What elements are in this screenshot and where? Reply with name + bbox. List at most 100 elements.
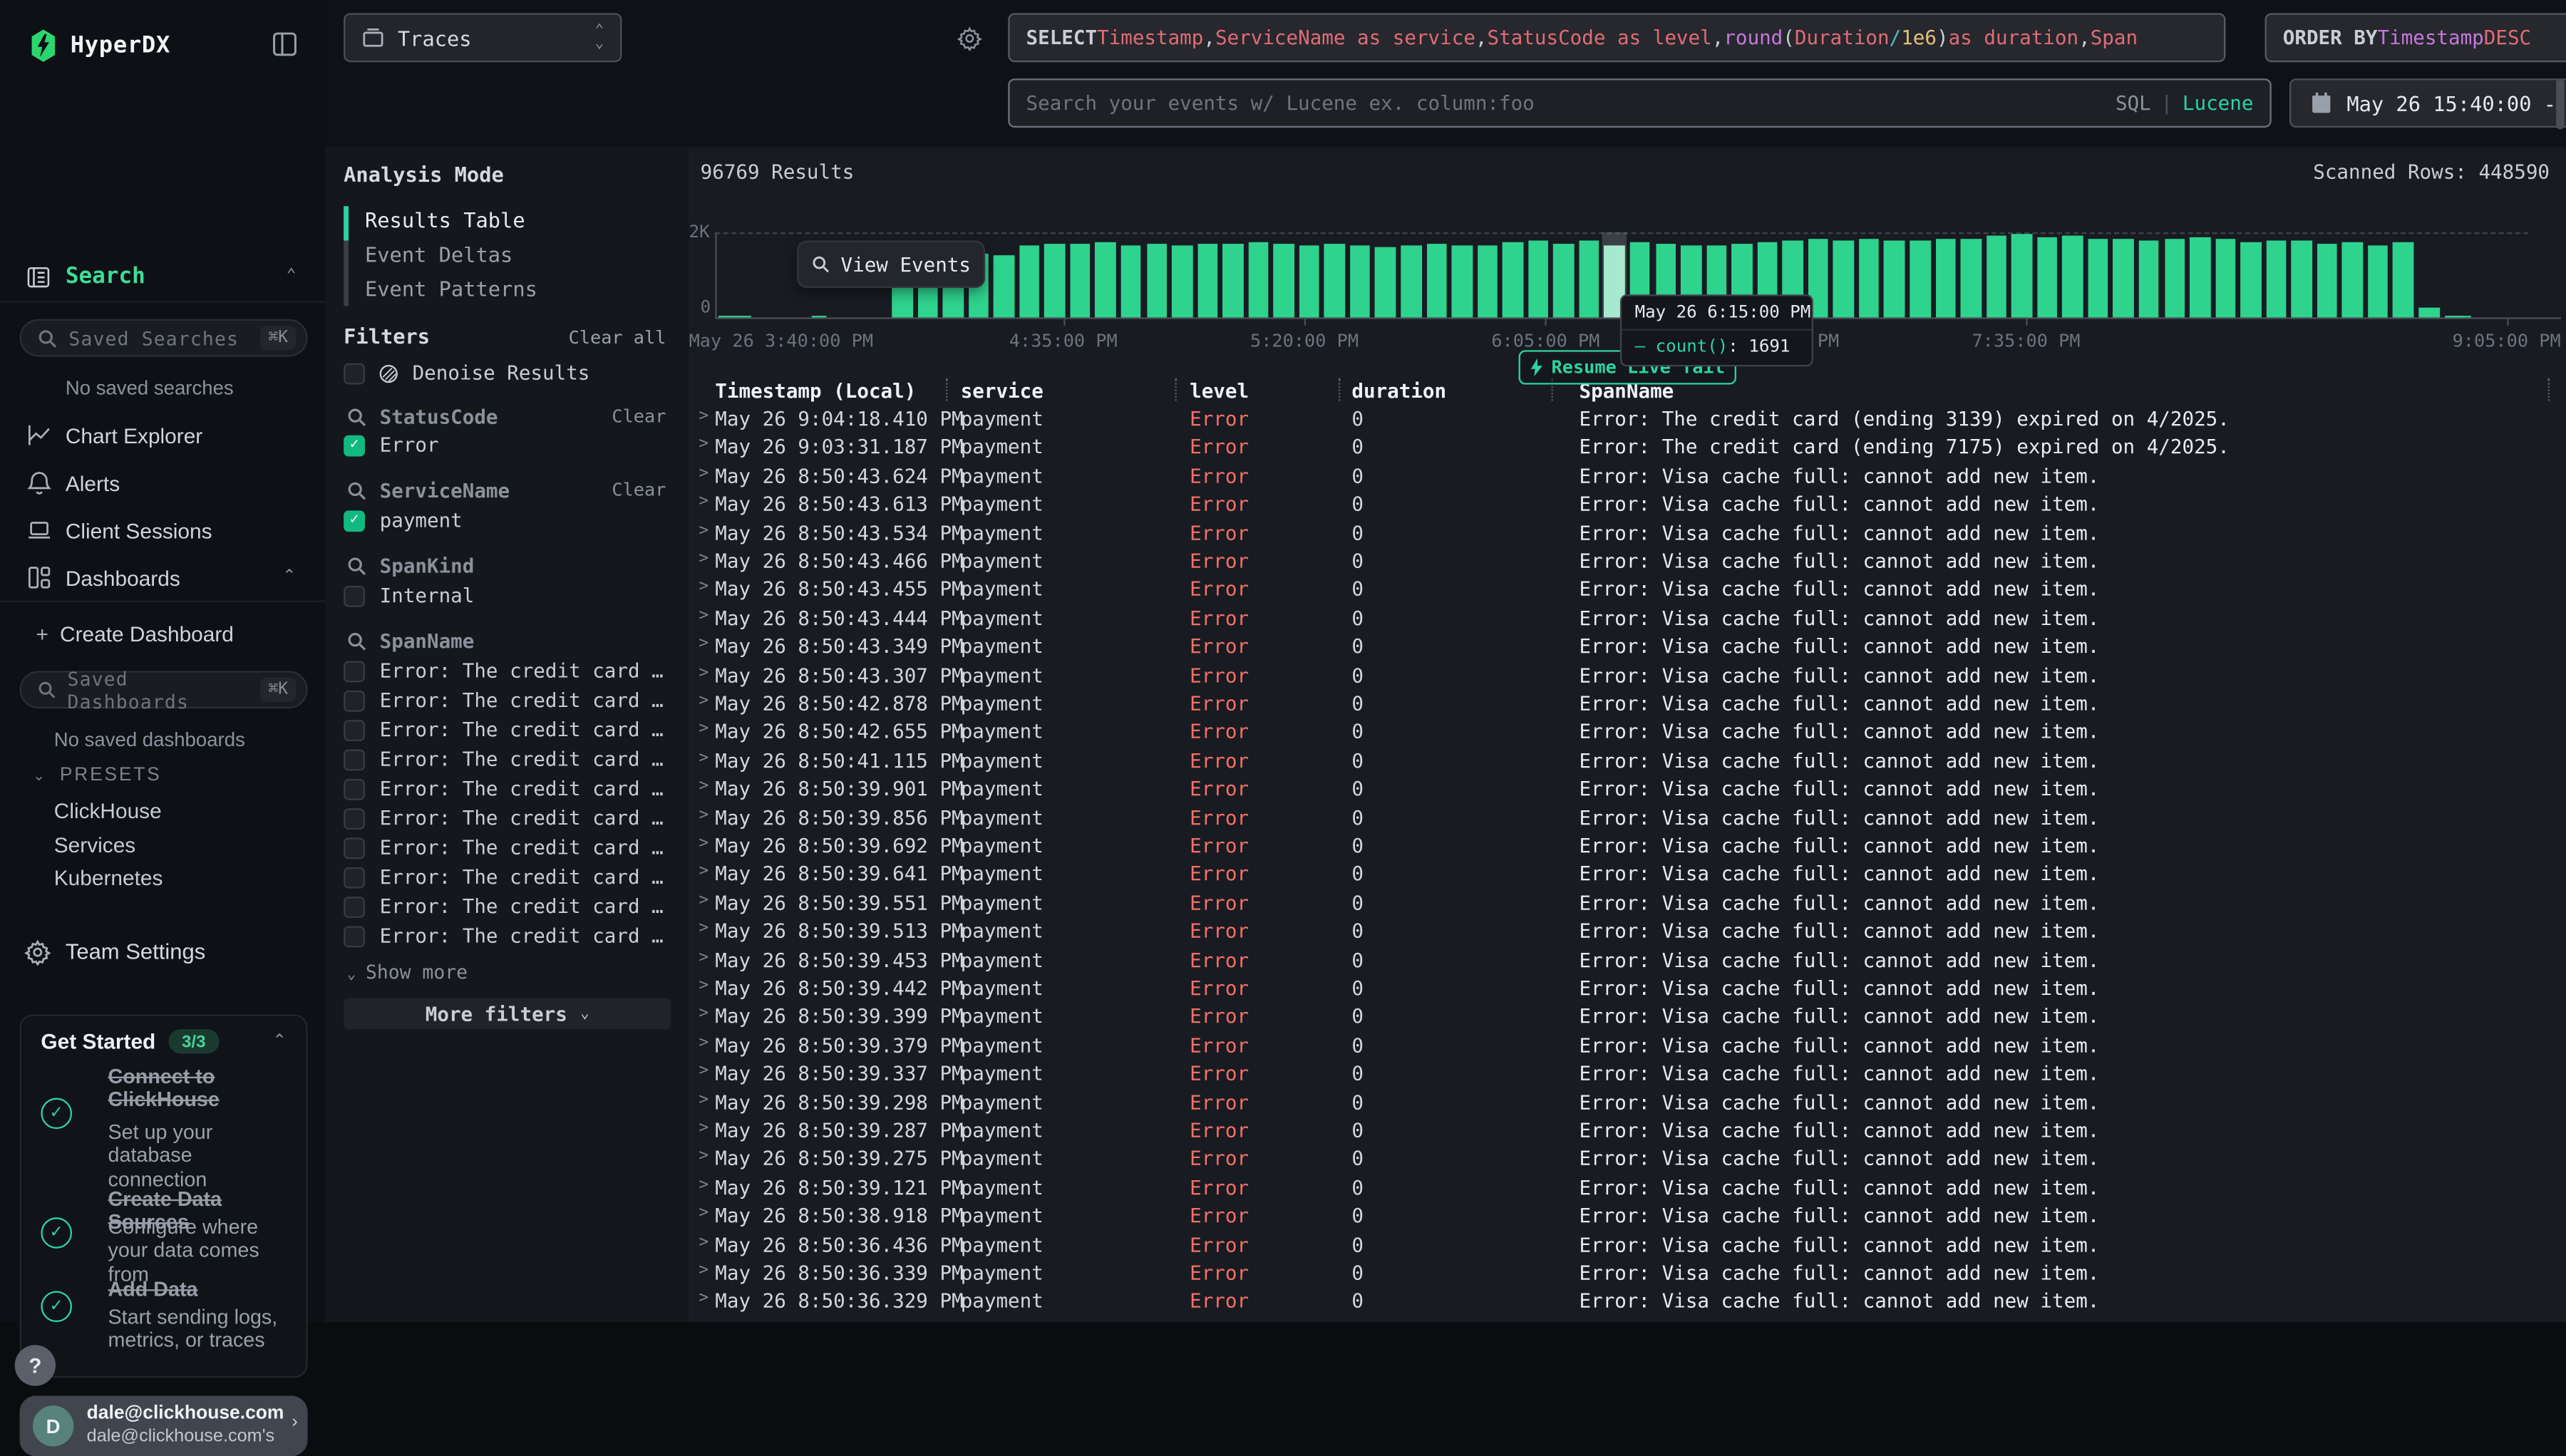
checkbox[interactable] [344,585,365,606]
row-expand-icon[interactable]: > [699,1119,709,1137]
row-expand-icon[interactable]: > [699,949,709,966]
saved-dashboards-input[interactable]: Saved Dashboards ⌘K [20,671,308,708]
table-row[interactable]: >May 26 8:50:43.466 PMpaymentError0Error… [689,548,2566,577]
analysis-mode-event-deltas[interactable]: Event Deltas [344,237,537,272]
row-expand-icon[interactable]: > [699,1034,709,1052]
histogram-bar[interactable] [1961,238,1982,317]
preset-item-kubernetes[interactable]: Kubernetes [54,866,163,890]
histogram-bar[interactable] [1376,247,1396,317]
sql-select-editor[interactable]: SELECT Timestamp, ServiceName as service… [1008,13,2225,62]
histogram-bar[interactable] [1299,245,1319,317]
histogram-bar[interactable] [2394,242,2414,317]
row-expand-icon[interactable]: > [699,749,709,767]
preset-item-services[interactable]: Services [54,832,135,856]
order-by-editor[interactable]: ORDER BY Timestamp DESC [2265,13,2566,62]
search-icon[interactable] [347,557,367,577]
row-expand-icon[interactable]: > [699,977,709,995]
histogram-bar[interactable] [2037,237,2058,318]
filter-option[interactable]: Error: The credit card … [344,807,664,830]
histogram-bar[interactable] [2240,242,2261,317]
sidebar-item-alerts[interactable]: Alerts [0,463,326,506]
row-expand-icon[interactable]: > [699,664,709,681]
table-row[interactable]: >May 26 8:50:39.551 PMpaymentError0Error… [689,890,2566,919]
table-row[interactable]: >May 26 8:50:39.298 PMpaymentError0Error… [689,1089,2566,1117]
histogram-bar[interactable] [2139,242,2160,318]
histogram-bar[interactable] [1477,244,1498,317]
histogram-bar[interactable] [1146,244,1167,317]
table-row[interactable]: >May 26 8:50:36.436 PMpaymentError0Error… [689,1232,2566,1260]
sidebar-collapse-icon[interactable] [272,31,298,58]
row-expand-icon[interactable]: > [699,1062,709,1080]
histogram-bar[interactable] [1350,245,1371,317]
search-icon[interactable] [347,408,367,428]
row-expand-icon[interactable]: > [699,1147,709,1165]
histogram-bar[interactable] [2011,234,2032,317]
histogram-bar[interactable] [2063,236,2083,317]
table-row[interactable]: >May 26 8:50:39.287 PMpaymentError0Error… [689,1117,2566,1146]
filter-option[interactable]: Error: The credit card … [344,659,664,682]
language-toggle[interactable]: SQL|Lucene [2116,92,2254,115]
filter-option[interactable]: Error: The credit card … [344,836,664,859]
row-expand-icon[interactable]: > [699,1233,709,1251]
row-expand-icon[interactable]: > [699,1006,709,1023]
table-row[interactable]: >May 26 8:50:39.513 PMpaymentError0Error… [689,918,2566,946]
histogram-bar[interactable] [1019,245,1040,317]
filter-option[interactable]: Error: The credit card … [344,718,664,741]
filter-option[interactable]: Internal [344,584,474,607]
histogram-bar[interactable] [2317,244,2338,317]
column-separator[interactable] [1339,378,1340,401]
show-more-link[interactable]: ⌄Show more [347,961,468,983]
checkbox[interactable] [344,748,365,770]
row-expand-icon[interactable]: > [699,492,709,510]
histogram-bar[interactable] [2418,306,2439,317]
table-row[interactable]: >May 26 8:50:39.399 PMpaymentError0Error… [689,1003,2566,1032]
row-expand-icon[interactable]: > [699,1290,709,1308]
histogram-bar[interactable] [1070,244,1091,318]
checkbox[interactable] [344,807,365,829]
histogram-bar[interactable] [1426,244,1447,317]
filter-group-clear-link[interactable]: Clear [612,480,666,501]
table-row[interactable]: >May 26 8:50:43.455 PMpaymentError0Error… [689,577,2566,605]
row-expand-icon[interactable]: > [699,920,709,938]
table-row[interactable]: >May 26 8:50:42.878 PMpaymentError0Error… [689,691,2566,719]
histogram-bar[interactable] [1452,245,1473,317]
table-row[interactable]: >May 26 8:50:39.275 PMpaymentError0Error… [689,1146,2566,1174]
row-expand-icon[interactable]: > [699,806,709,824]
histogram-bar[interactable] [2113,239,2134,317]
table-row[interactable]: >May 26 8:50:36.329 PMpaymentError0Error… [689,1289,2566,1317]
table-row[interactable]: >May 26 8:50:39.901 PMpaymentError0Error… [689,776,2566,805]
filter-option[interactable]: Error: The credit card … [344,748,664,770]
search-icon[interactable] [347,481,367,501]
clear-all-filters-link[interactable]: Clear all [569,327,666,348]
row-expand-icon[interactable]: > [699,549,709,567]
column-separator[interactable] [1175,378,1176,401]
histogram-bar[interactable] [1248,242,1269,317]
column-header-duration[interactable]: duration [1351,380,1446,403]
histogram-bar[interactable] [2292,242,2312,318]
preset-item-clickhouse[interactable]: ClickHouse [54,798,162,822]
saved-searches-input[interactable]: Saved Searches ⌘K [20,319,308,357]
presets-toggle[interactable]: ⌄PRESETS [33,765,162,785]
checkbox[interactable]: ✓ [344,510,365,531]
table-row[interactable]: >May 26 8:50:43.534 PMpaymentError0Error… [689,520,2566,548]
table-row[interactable]: >May 26 8:50:43.349 PMpaymentError0Error… [689,634,2566,662]
column-header-level[interactable]: level [1190,380,1249,403]
table-row[interactable]: >May 26 8:50:43.307 PMpaymentError0Error… [689,662,2566,691]
table-row[interactable]: >May 26 8:50:39.121 PMpaymentError0Error… [689,1174,2566,1203]
table-row[interactable]: >May 26 8:50:39.692 PMpaymentError0Error… [689,833,2566,862]
histogram-bar[interactable] [994,255,1014,318]
histogram-bar[interactable] [2368,244,2389,317]
histogram-bar[interactable] [1859,238,1880,317]
table-row[interactable]: >May 26 8:50:39.856 PMpaymentError0Error… [689,805,2566,833]
row-expand-icon[interactable]: > [699,578,709,596]
histogram-bar[interactable] [2266,240,2287,317]
checkbox[interactable] [344,778,365,800]
row-expand-icon[interactable]: > [699,521,709,539]
analysis-mode-results-table[interactable]: Results Table [344,203,537,237]
table-row[interactable]: >May 26 8:50:38.918 PMpaymentError0Error… [689,1203,2566,1232]
row-expand-icon[interactable]: > [699,721,709,738]
table-row[interactable]: >May 26 9:04:18.410 PMpaymentError0Error… [689,406,2566,434]
row-expand-icon[interactable]: > [699,436,709,454]
row-expand-icon[interactable]: > [699,692,709,710]
time-range-picker[interactable]: May 26 15:40:00 - May 26 21:10:00 [2289,78,2566,128]
